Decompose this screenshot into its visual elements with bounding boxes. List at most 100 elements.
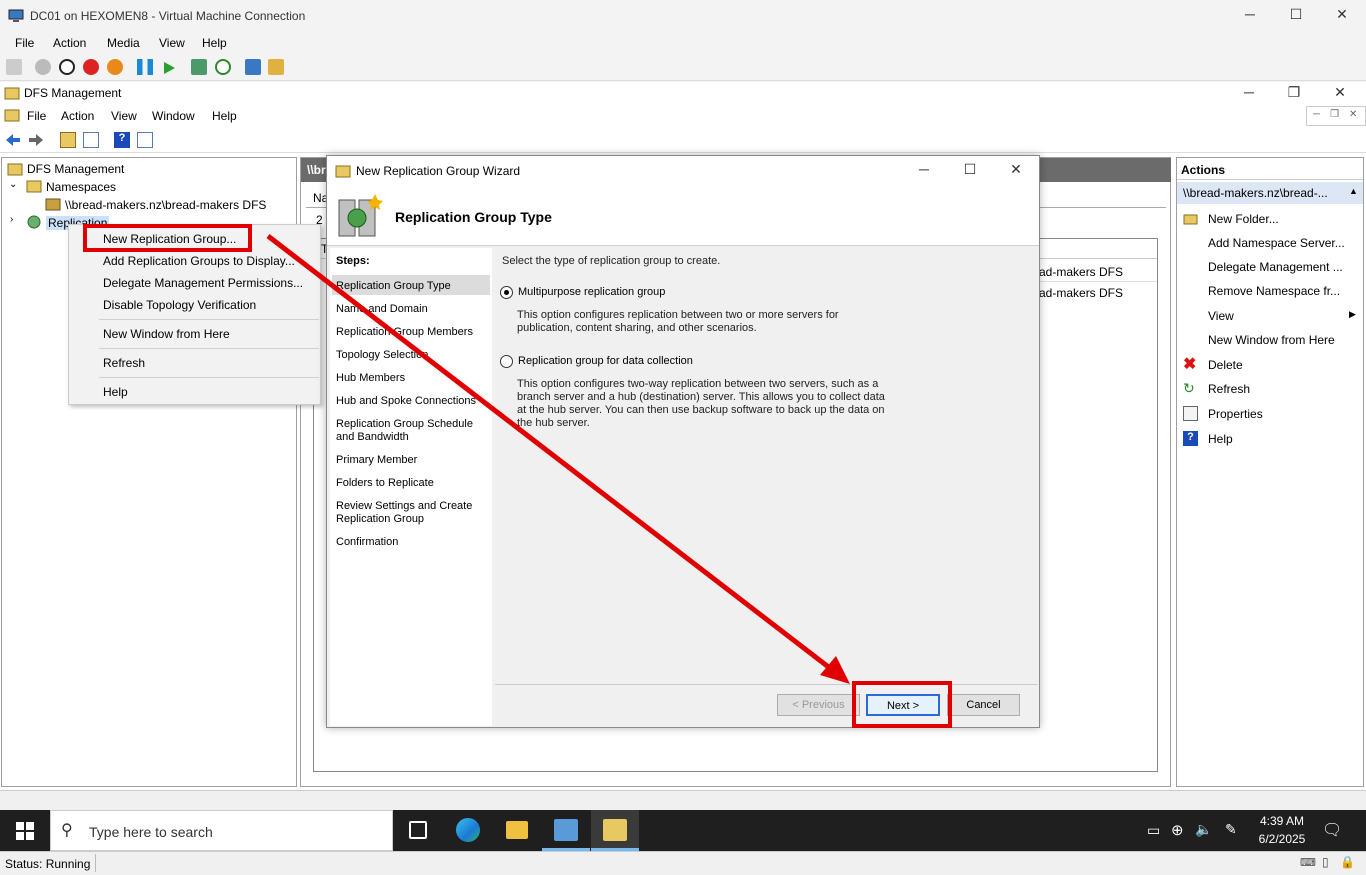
- button-divider: [495, 684, 1038, 685]
- actions-subtitle[interactable]: \\bread-makers.nz\bread-... ▲: [1177, 182, 1363, 204]
- previous-button[interactable]: < Previous: [777, 694, 860, 716]
- network-tray-icon[interactable]: ▭: [1147, 822, 1160, 839]
- action-remove-namespace[interactable]: Remove Namespace fr...: [1208, 284, 1340, 298]
- ctx-separator: [99, 348, 319, 349]
- task-view-icon[interactable]: [409, 821, 427, 839]
- back-icon[interactable]: [5, 132, 21, 148]
- wizard-close-button[interactable]: ✕: [996, 161, 1036, 178]
- dfs-menu-icon: [4, 107, 20, 123]
- tree-namespaces[interactable]: Namespaces: [46, 180, 116, 194]
- dfs-close-button[interactable]: ✕: [1320, 84, 1360, 101]
- vm-maximize-button[interactable]: ☐: [1276, 6, 1316, 23]
- action-new-folder[interactable]: New Folder...: [1208, 212, 1279, 226]
- action-delegate-management[interactable]: Delegate Management ...: [1208, 260, 1343, 274]
- pause-icon[interactable]: [137, 59, 153, 75]
- list-row-1[interactable]: ad-makers DFS: [1039, 265, 1123, 279]
- action-help[interactable]: Help: [1208, 432, 1233, 446]
- step-item: Review Settings and Create Replication G…: [336, 500, 486, 526]
- ctx-disable-topology[interactable]: Disable Topology Verification: [103, 298, 256, 312]
- dfs-app-icon: [4, 85, 20, 101]
- step-item: Folders to Replicate: [336, 477, 486, 490]
- ctx-help[interactable]: Help: [103, 385, 128, 399]
- ctx-add-replication-groups[interactable]: Add Replication Groups to Display...: [103, 254, 295, 268]
- dfs-menu-help[interactable]: Help: [212, 109, 237, 123]
- vm-menu-help[interactable]: Help: [202, 36, 227, 50]
- collapse-icon[interactable]: ▲: [1349, 186, 1358, 196]
- taskbar-dfs-management[interactable]: [591, 810, 639, 851]
- taskbar-search[interactable]: ⚲ Type here to search: [50, 810, 393, 851]
- step-item: Name and Domain: [336, 303, 486, 316]
- multipurpose-radio[interactable]: [500, 286, 513, 299]
- ctx-refresh[interactable]: Refresh: [103, 356, 145, 370]
- dfs-menu-action[interactable]: Action: [61, 109, 94, 123]
- help-icon[interactable]: ?: [114, 132, 130, 148]
- dfs-restore-button[interactable]: ❐: [1274, 84, 1314, 101]
- turn-off-icon[interactable]: [59, 59, 75, 75]
- data-collection-label[interactable]: Replication group for data collection: [518, 355, 893, 368]
- expand-namespaces-icon[interactable]: ⌄: [9, 179, 17, 190]
- windows-start-icon[interactable]: [16, 822, 34, 840]
- show-action-pane-icon[interactable]: [137, 132, 153, 148]
- start-icon[interactable]: [35, 59, 51, 75]
- actions-title: Actions: [1177, 158, 1363, 180]
- forward-icon[interactable]: [28, 132, 44, 148]
- show-hide-tree-icon[interactable]: [83, 132, 99, 148]
- mdi-window-controls[interactable]: ─❐✕: [1306, 106, 1366, 126]
- wizard-instruction: Select the type of replication group to …: [502, 255, 877, 268]
- action-new-window[interactable]: New Window from Here: [1208, 333, 1335, 347]
- vm-close-button[interactable]: ✕: [1322, 6, 1362, 23]
- revert-icon[interactable]: [215, 59, 231, 75]
- list-row-2[interactable]: ad-makers DFS: [1039, 286, 1123, 300]
- annotation-highlight-next: [852, 681, 952, 728]
- power-icon[interactable]: [107, 59, 123, 75]
- volume-muted-icon[interactable]: 🔈: [1195, 821, 1212, 838]
- vm-menu-view[interactable]: View: [159, 36, 185, 50]
- action-refresh[interactable]: Refresh: [1208, 382, 1250, 396]
- vm-menu-media[interactable]: Media: [107, 36, 140, 50]
- vm-minimize-button[interactable]: ─: [1230, 6, 1270, 22]
- vm-menu-action[interactable]: Action: [53, 36, 86, 50]
- action-properties[interactable]: Properties: [1208, 407, 1263, 421]
- pen-tray-icon[interactable]: ✎: [1225, 821, 1237, 838]
- edge-icon[interactable]: [456, 818, 480, 842]
- notification-icon[interactable]: 🗨: [1322, 820, 1342, 840]
- ctrl-alt-del-icon[interactable]: [6, 59, 22, 75]
- expand-replication-icon[interactable]: ›: [10, 214, 13, 225]
- enhanced-session-icon[interactable]: [245, 59, 261, 75]
- tree-root[interactable]: DFS Management: [27, 162, 124, 176]
- ctx-delegate-permissions[interactable]: Delegate Management Permissions...: [103, 276, 303, 290]
- up-folder-icon[interactable]: [60, 132, 76, 148]
- checkpoint-icon[interactable]: [191, 59, 207, 75]
- ctx-new-window[interactable]: New Window from Here: [103, 327, 230, 341]
- globe-tray-icon[interactable]: ⊕: [1171, 821, 1184, 839]
- new-folder-icon: [1183, 211, 1198, 226]
- data-collection-radio[interactable]: [500, 355, 513, 368]
- dfs-menu-view[interactable]: View: [111, 109, 137, 123]
- wizard-minimize-button[interactable]: ─: [904, 161, 944, 177]
- action-view[interactable]: View: [1208, 309, 1234, 323]
- shutdown-icon[interactable]: [83, 59, 99, 75]
- action-add-namespace-server[interactable]: Add Namespace Server...: [1208, 236, 1345, 250]
- taskbar-server-manager[interactable]: [542, 810, 590, 851]
- dfs-minimize-button[interactable]: ─: [1229, 84, 1269, 100]
- mouse-icon: ▯: [1322, 855, 1329, 869]
- cancel-button[interactable]: Cancel: [947, 694, 1020, 716]
- search-icon: ⚲: [61, 820, 73, 840]
- dfs-menu-window[interactable]: Window: [152, 109, 195, 123]
- file-explorer-icon[interactable]: [506, 821, 528, 839]
- share-icon[interactable]: [268, 59, 284, 75]
- multipurpose-label[interactable]: Multipurpose replication group: [518, 286, 893, 299]
- wizard-maximize-button[interactable]: ☐: [950, 161, 990, 178]
- replication-wizard-icon: [335, 192, 383, 240]
- clock-time[interactable]: 4:39 AM: [1258, 814, 1306, 828]
- dfs-menu-file[interactable]: File: [27, 109, 46, 123]
- tree-namespace-item[interactable]: \\bread-makers.nz\bread-makers DFS: [65, 198, 266, 212]
- clock-date[interactable]: 6/2/2025: [1254, 832, 1310, 846]
- vm-toolbar: [0, 55, 1366, 81]
- vm-menu-file[interactable]: File: [15, 36, 34, 50]
- resume-icon[interactable]: [161, 60, 177, 76]
- actions-pane: Actions \\bread-makers.nz\bread-... ▲ Ne…: [1176, 157, 1364, 787]
- step-item: Primary Member: [336, 454, 486, 467]
- action-delete[interactable]: Delete: [1208, 358, 1243, 372]
- vm-window-title: DC01 on HEXOMEN8 - Virtual Machine Conne…: [30, 9, 305, 23]
